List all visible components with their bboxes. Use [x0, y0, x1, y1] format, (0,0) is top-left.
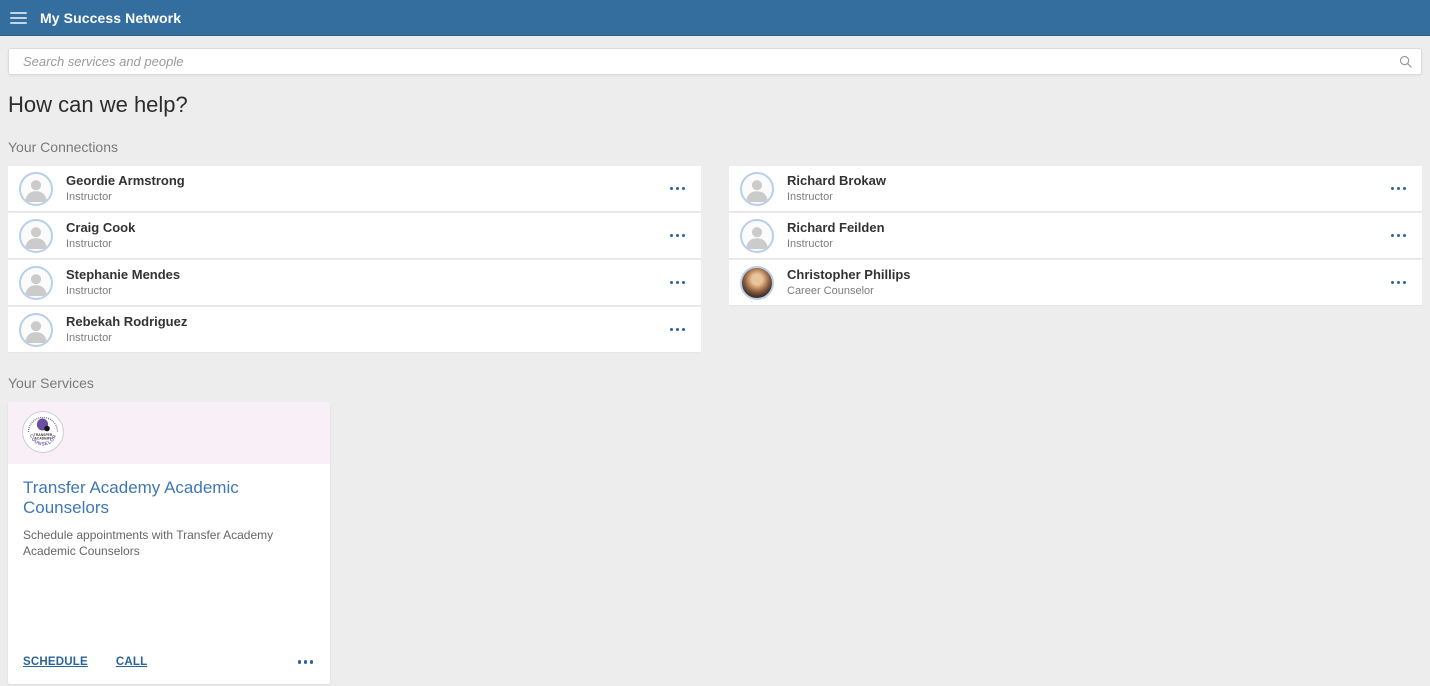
- more-options-button[interactable]: [1389, 183, 1409, 195]
- connection-name: Richard Feilden: [787, 220, 885, 236]
- connection-name: Christopher Phillips: [787, 267, 911, 283]
- connection-row-richard-brokaw[interactable]: Richard Brokaw Instructor: [729, 166, 1422, 211]
- connection-role: Instructor: [787, 191, 886, 205]
- person-avatar-icon: [19, 266, 53, 300]
- more-options-button[interactable]: [1389, 230, 1409, 242]
- connections-section-label: Your Connections: [8, 139, 1422, 155]
- connections-column-right: Richard Brokaw Instructor Richard Feilde…: [729, 166, 1422, 307]
- connection-row-craig-cook[interactable]: Craig Cook Instructor: [8, 213, 701, 258]
- svg-text:ACADEMY: ACADEMY: [34, 437, 52, 441]
- connection-row-geordie-armstrong[interactable]: Geordie Armstrong Instructor: [8, 166, 701, 211]
- person-photo-avatar: [740, 266, 774, 300]
- connection-name: Stephanie Mendes: [66, 267, 180, 283]
- transfer-academy-logo-icon: TRANSFER ACADEMY COUNSELOR: [22, 411, 64, 453]
- person-avatar-icon: [740, 219, 774, 253]
- connection-row-stephanie-mendes[interactable]: Stephanie Mendes Instructor: [8, 260, 701, 305]
- search-icon[interactable]: [1399, 55, 1412, 68]
- call-link[interactable]: CALL: [116, 656, 147, 668]
- services-section-label: Your Services: [8, 375, 1422, 391]
- more-options-button[interactable]: [1389, 277, 1409, 289]
- search-input[interactable]: [8, 48, 1422, 75]
- connection-name: Rebekah Rodriguez: [66, 314, 187, 330]
- service-footer: SCHEDULE CALL: [8, 656, 330, 684]
- page-title: My Success Network: [40, 10, 181, 26]
- connection-role: Instructor: [787, 238, 885, 252]
- service-logo-strip: TRANSFER ACADEMY COUNSELOR: [8, 402, 330, 464]
- connection-role: Instructor: [66, 191, 185, 205]
- app-header: My Success Network: [0, 0, 1430, 36]
- connections-grid: Geordie Armstrong Instructor Craig Cook …: [8, 166, 1422, 354]
- connection-role: Career Counselor: [787, 285, 911, 299]
- hamburger-menu-icon[interactable]: [10, 12, 27, 24]
- connection-row-richard-feilden[interactable]: Richard Feilden Instructor: [729, 213, 1422, 258]
- more-options-button[interactable]: [296, 656, 316, 668]
- connection-row-rebekah-rodriguez[interactable]: Rebekah Rodriguez Instructor: [8, 307, 701, 352]
- page-heading: How can we help?: [8, 92, 1422, 118]
- person-avatar-icon: [19, 219, 53, 253]
- more-options-button[interactable]: [668, 277, 688, 289]
- connection-name: Geordie Armstrong: [66, 173, 185, 189]
- more-options-button[interactable]: [668, 183, 688, 195]
- person-avatar-icon: [740, 172, 774, 206]
- person-avatar-icon: [19, 172, 53, 206]
- service-description: Schedule appointments with Transfer Acad…: [23, 527, 315, 559]
- more-options-button[interactable]: [668, 324, 688, 336]
- connection-name: Craig Cook: [66, 220, 135, 236]
- service-card-transfer-academy: TRANSFER ACADEMY COUNSELOR Transfer Acad…: [8, 402, 330, 684]
- person-avatar-icon: [19, 313, 53, 347]
- connection-role: Instructor: [66, 238, 135, 252]
- connection-role: Instructor: [66, 285, 180, 299]
- more-options-button[interactable]: [668, 230, 688, 242]
- connections-column-left: Geordie Armstrong Instructor Craig Cook …: [8, 166, 701, 354]
- search-bar: [8, 48, 1422, 75]
- connection-role: Instructor: [66, 332, 187, 346]
- connection-row-christopher-phillips[interactable]: Christopher Phillips Career Counselor: [729, 260, 1422, 305]
- service-title-link[interactable]: Transfer Academy Academic Counselors: [23, 478, 315, 518]
- schedule-link[interactable]: SCHEDULE: [23, 656, 88, 668]
- connection-name: Richard Brokaw: [787, 173, 886, 189]
